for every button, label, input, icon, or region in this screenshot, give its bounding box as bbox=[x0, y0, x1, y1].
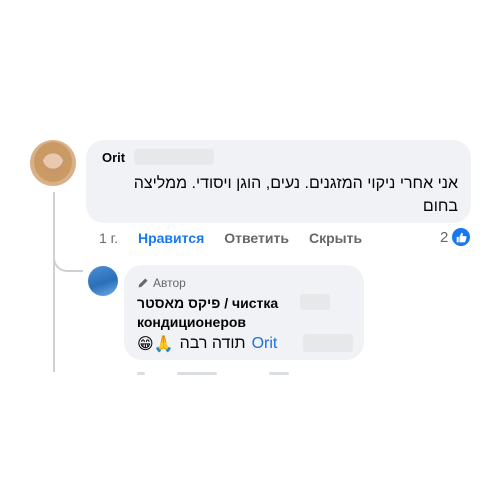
reply-button[interactable]: Ответить bbox=[224, 230, 289, 246]
reply-emojis: 😁🙏 bbox=[137, 334, 174, 353]
comment-author[interactable]: Orit bbox=[102, 150, 125, 165]
like-button[interactable]: Нравится bbox=[138, 230, 204, 246]
reaction-summary[interactable]: 2 bbox=[440, 228, 471, 246]
mention-link[interactable]: Orit bbox=[252, 335, 278, 353]
author-badge-label: Автор bbox=[153, 276, 186, 290]
redacted-name bbox=[300, 294, 330, 310]
redacted-name bbox=[134, 149, 214, 165]
reaction-count: 2 bbox=[440, 228, 449, 246]
hide-button[interactable]: Скрыть bbox=[309, 230, 362, 246]
author-badge: Автор bbox=[137, 276, 186, 290]
page-avatar[interactable] bbox=[88, 266, 118, 296]
redacted-name bbox=[303, 334, 353, 352]
comment-time[interactable]: 1 г. bbox=[99, 230, 118, 246]
pencil-icon bbox=[138, 278, 148, 288]
reply-connector bbox=[53, 250, 83, 272]
thread-line bbox=[53, 192, 55, 372]
comment-text: אני אחרי ניקוי המזגנים. נעים, הוגן ויסוד… bbox=[133, 175, 458, 215]
like-reaction-icon bbox=[452, 228, 471, 246]
avatar[interactable] bbox=[30, 140, 76, 186]
reply-actions-cropped bbox=[137, 368, 297, 378]
comment-actions: 1 г. Нравится Ответить Скрыть bbox=[99, 230, 362, 246]
reply-text-row: 😁🙏 תודה רבה Orit bbox=[137, 334, 277, 353]
reply-text: תודה רבה bbox=[179, 334, 246, 352]
